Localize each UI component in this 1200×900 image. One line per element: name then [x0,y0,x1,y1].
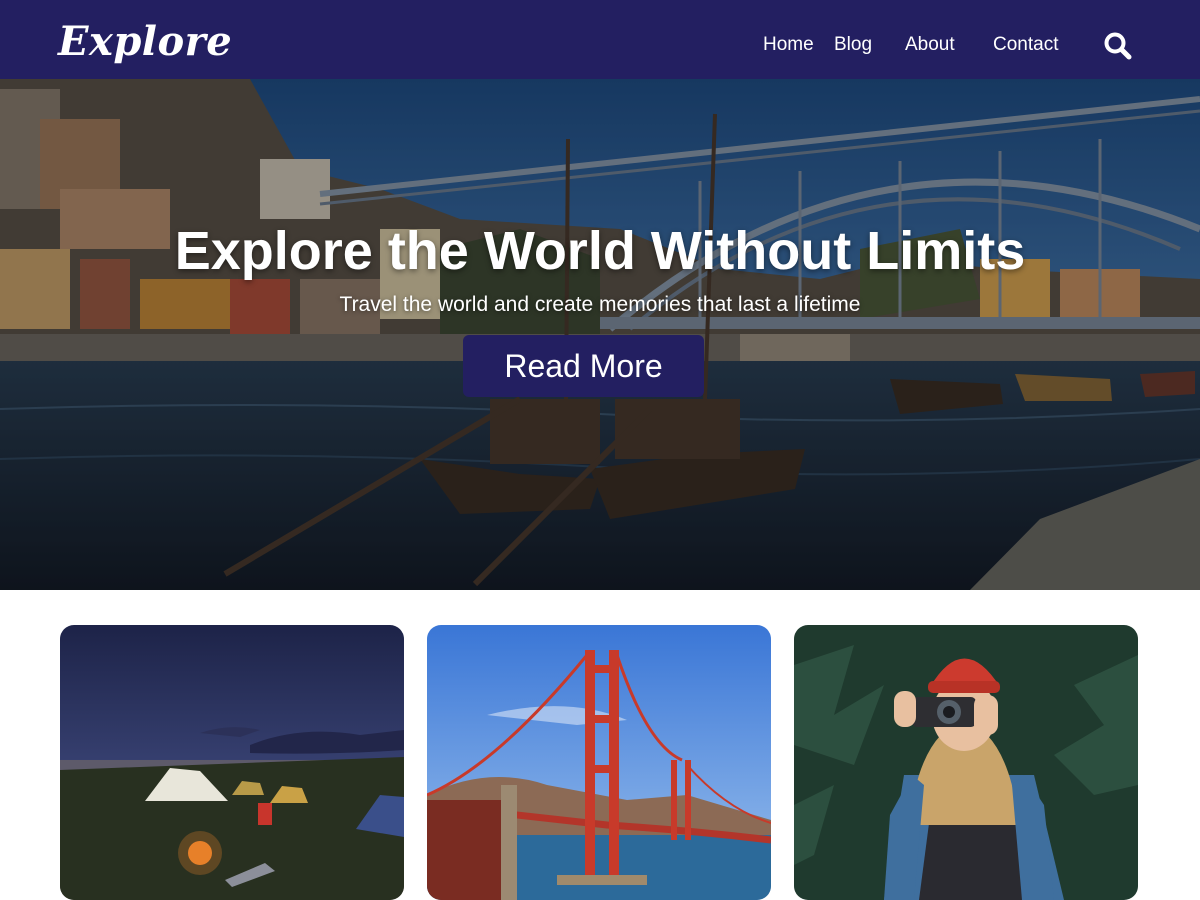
night-camping-image [60,625,404,900]
golden-gate-bridge-image [427,625,771,900]
card-camping[interactable] [60,625,404,900]
search-button[interactable] [1101,29,1135,63]
search-icon [1104,32,1132,60]
site-logo[interactable]: Explore [58,18,232,66]
photographer-image [794,625,1138,900]
card-golden-gate[interactable] [427,625,771,900]
nav-link-blog[interactable]: Blog [834,33,872,57]
read-more-button[interactable]: Read More [463,335,704,397]
nav-link-contact[interactable]: Contact [993,33,1058,57]
card-photographer[interactable] [794,625,1138,900]
nav-link-about[interactable]: About [905,33,955,57]
hero-title: Explore the World Without Limits [174,221,1026,282]
nav-link-home[interactable]: Home [763,33,814,57]
navbar: Explore Home Blog About Contact [0,0,1200,79]
hero-banner: Explore the World Without Limits Travel … [0,79,1200,590]
hero-subtitle: Travel the world and create memories tha… [339,293,861,316]
